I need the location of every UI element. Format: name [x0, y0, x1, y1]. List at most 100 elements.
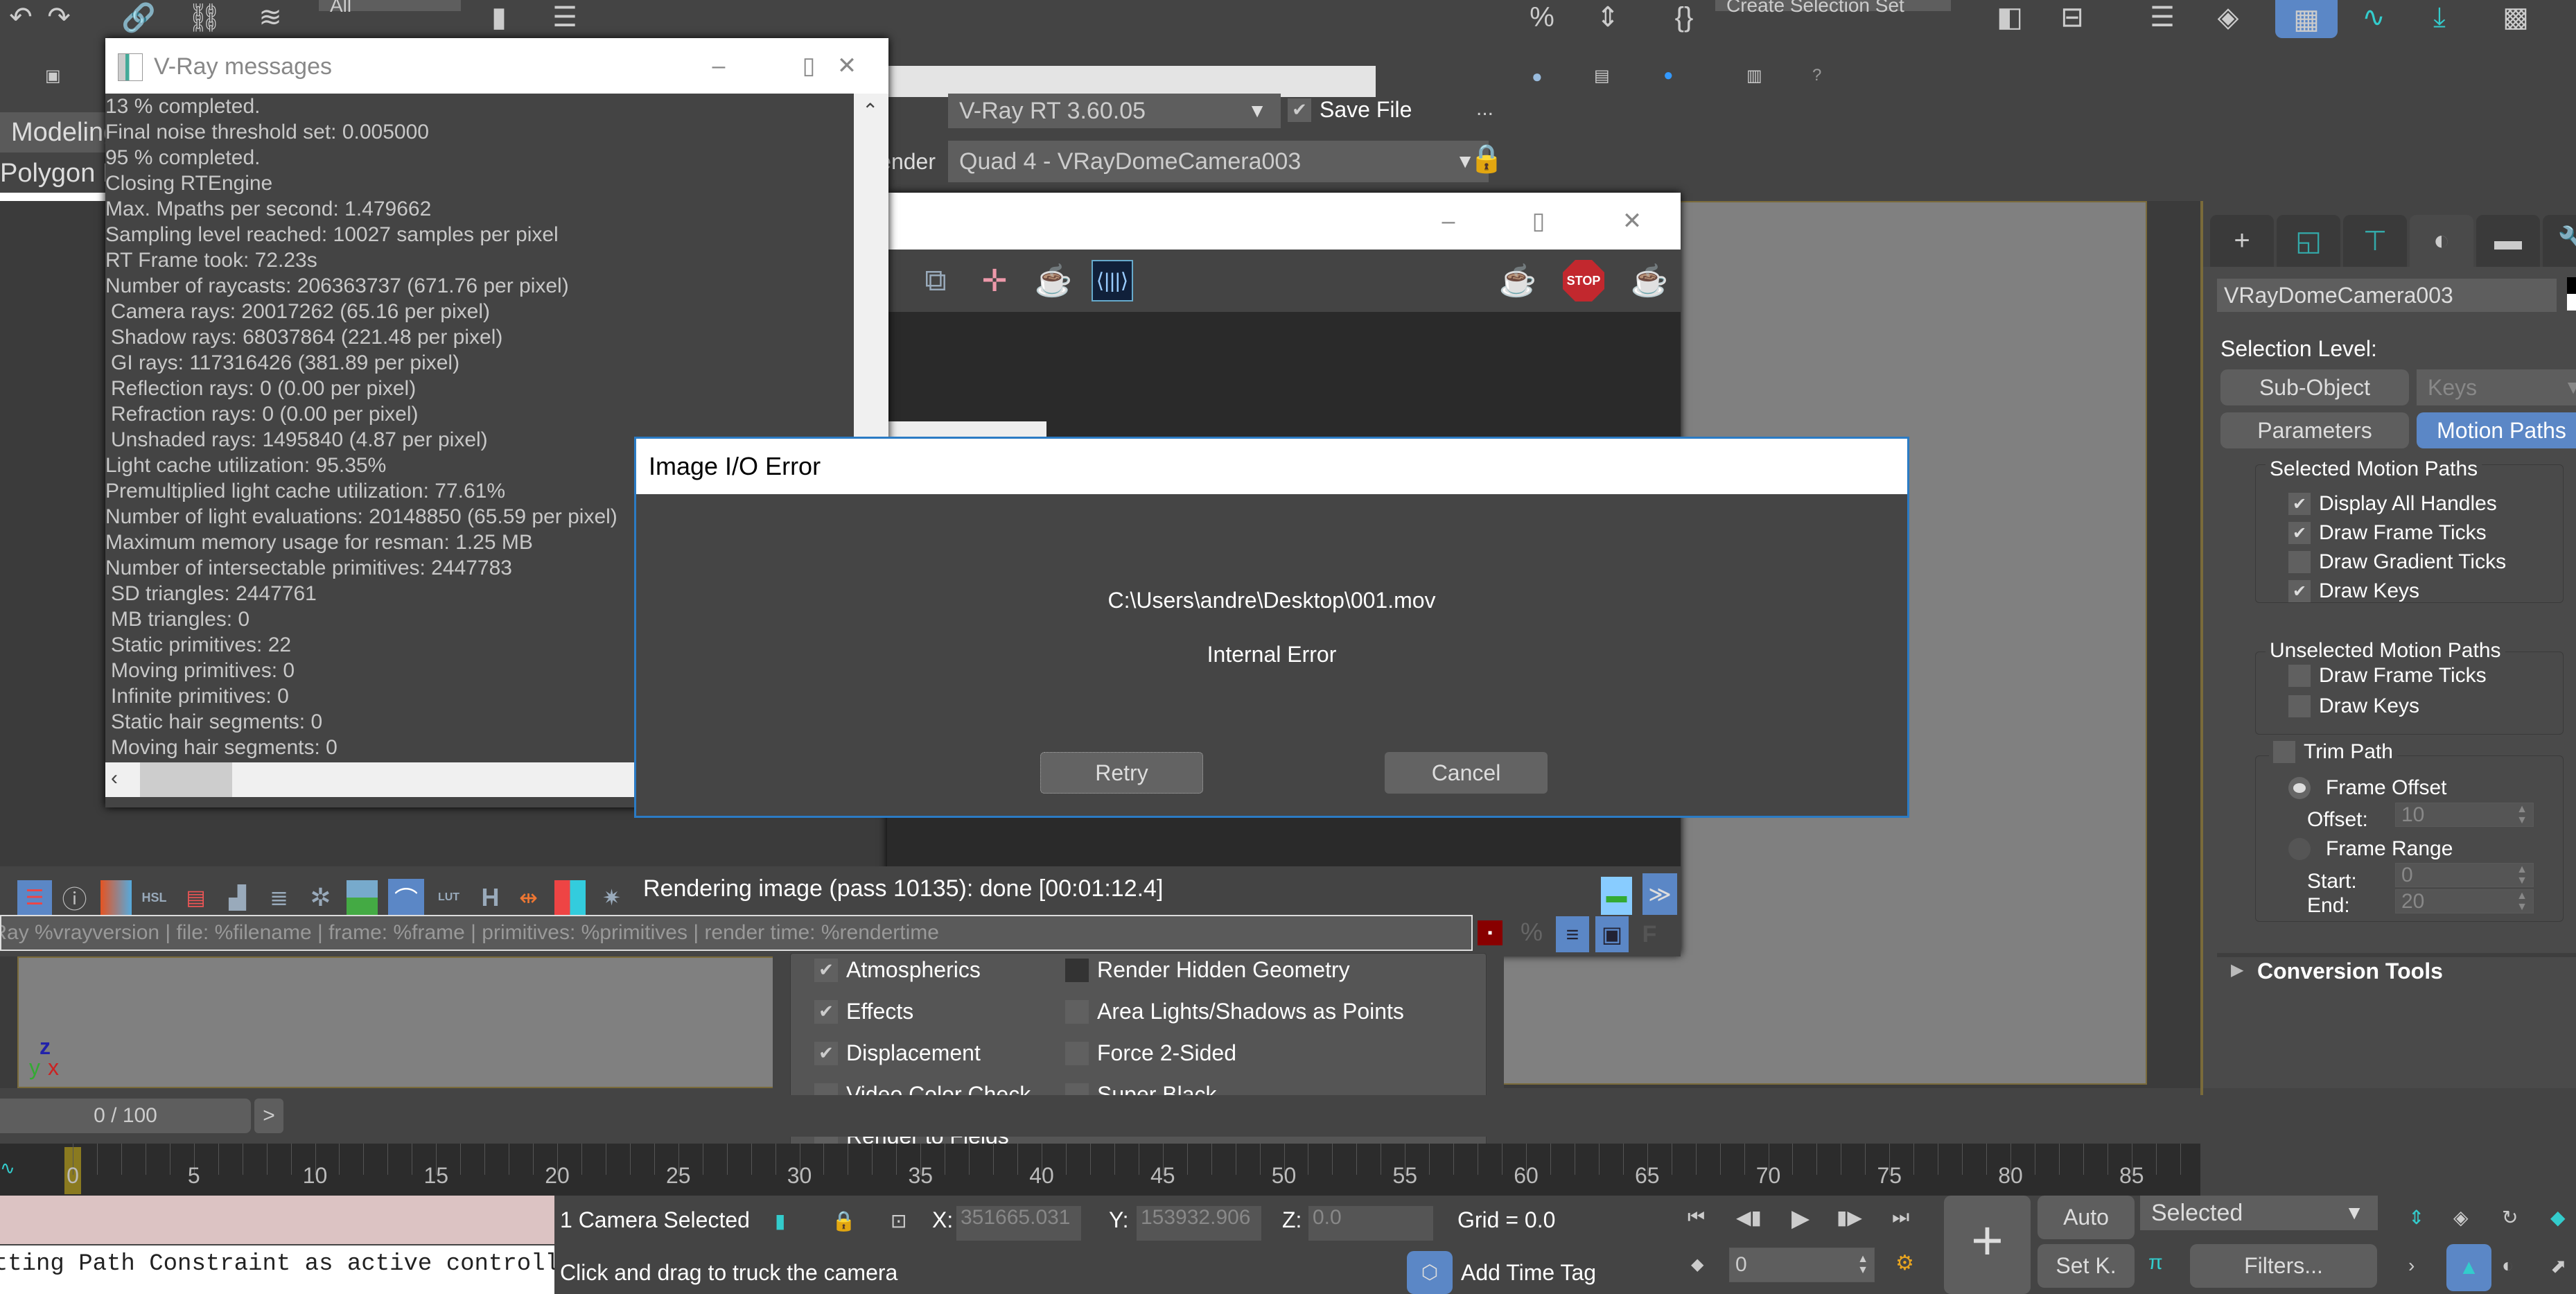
minimize-icon[interactable]: – [1410, 193, 1487, 250]
z-coordinate-field[interactable]: 0.0 [1308, 1206, 1433, 1241]
scroll-thumb[interactable] [140, 762, 232, 797]
add-time-tag-button[interactable]: Add Time Tag [1461, 1260, 1596, 1286]
spinner-snap-icon[interactable]: ⇕ [1587, 0, 1629, 35]
absolute-mode-icon[interactable]: ⊡ [891, 1209, 906, 1232]
field-of-view-icon[interactable]: ◈ [2453, 1206, 2469, 1229]
motion-paths-button[interactable]: Motion Paths [2417, 412, 2576, 448]
create-tab[interactable]: + [2210, 215, 2274, 267]
named-selection-dropdown[interactable]: Create Selection Set [1715, 0, 1951, 16]
select-object-icon[interactable]: ▮ [478, 0, 520, 35]
zoom-extents-icon[interactable]: ⇕ [2408, 1206, 2424, 1229]
effects-checkbox[interactable]: ✔ Effects [814, 999, 913, 1024]
curves-bars-icon[interactable]: ≣ [263, 880, 295, 915]
toggle-ribbon-icon[interactable]: ▦ [2275, 0, 2338, 38]
bind-space-warp-icon[interactable]: ≋ [249, 0, 291, 35]
align-left-icon[interactable]: ≡ [1556, 916, 1589, 952]
previous-frame-icon[interactable]: ◀▮ [1736, 1206, 1762, 1229]
schematic-view-icon[interactable]: ⤓ [2419, 0, 2460, 35]
maximize-viewport-icon[interactable]: ⬈ [2550, 1254, 2566, 1277]
denoise-icon[interactable]: ✷ [596, 880, 627, 915]
time-slider[interactable]: 0 / 100 [0, 1099, 251, 1133]
draw-frame-ticks-checkbox[interactable]: ✔ Draw Frame Ticks [2288, 521, 2487, 545]
roll-icon[interactable]: ◐ [2502, 1254, 2514, 1277]
draw-keys-checkbox[interactable]: ✔ Draw Keys [2288, 579, 2419, 603]
unlink-icon[interactable]: ⛓ [184, 0, 225, 35]
frame-range-radio[interactable]: Frame Range [2288, 837, 2453, 861]
x-coordinate-field[interactable]: 351665.031 [956, 1206, 1081, 1241]
material-editor-icon[interactable]: ▩ [2495, 0, 2536, 35]
end-spinner[interactable]: 20 ▲ ▼ [2395, 889, 2534, 913]
lut-icon[interactable]: LUT [433, 880, 464, 915]
displacement-checkbox[interactable]: ✔ Displacement [814, 1040, 981, 1066]
maxscript-output[interactable]: Setting Path Constraint as active contro… [0, 1245, 554, 1294]
select-by-name-icon[interactable]: ☰ [544, 0, 586, 35]
parameters-button[interactable]: Parameters [2220, 412, 2409, 448]
region-render-icon[interactable]: ☕ [1033, 260, 1074, 301]
selection-filter-dropdown[interactable]: All [319, 0, 461, 16]
curve-icon[interactable]: ⌒ [388, 879, 424, 916]
maxscript-listener-input[interactable] [0, 1196, 554, 1244]
offset-spinner[interactable]: 10 ▲ ▼ [2395, 803, 2534, 827]
histogram-icon[interactable]: H [475, 880, 506, 915]
timeline-track[interactable]: ∿ 0 5 10 15 20 25 30 35 40 45 50 55 60 65 70 75 80 85 [0, 1144, 2200, 1196]
spinner-arrows-icon[interactable]: ▲ ▼ [2516, 803, 2527, 826]
auto-key-button[interactable]: Auto [2038, 1196, 2135, 1239]
current-frame-field[interactable]: 0 ▲ ▼ [1729, 1248, 1875, 1282]
camera-icon[interactable]: ◆ [2550, 1206, 2566, 1229]
undo-icon[interactable]: ↶ [0, 0, 42, 35]
layer-explorer-icon[interactable]: ◈ [2207, 0, 2249, 35]
render-hidden-geometry-checkbox[interactable]: Render Hidden Geometry [1065, 957, 1350, 983]
orbit-icon[interactable]: ↻ [2502, 1206, 2518, 1229]
exposure-icon[interactable] [100, 880, 132, 915]
render-last-icon[interactable]: ☕ [1497, 260, 1539, 301]
spinner-arrows-icon[interactable]: ▲ ▼ [2516, 890, 2527, 913]
redo-icon[interactable]: ↷ [38, 0, 80, 35]
hierarchy-tab[interactable]: ⊤ [2343, 215, 2407, 267]
draw-gradient-ticks-checkbox[interactable]: Draw Gradient Ticks [2288, 550, 2506, 574]
align-icon[interactable]: ⊟ [2051, 0, 2093, 35]
tangent-icon[interactable]: π [2148, 1251, 2163, 1275]
save-file-checkbox[interactable]: ✔ Save File [1288, 97, 1412, 123]
scroll-up-icon[interactable]: ⌃ [862, 99, 878, 122]
isolate-selection-icon[interactable]: ▮ [775, 1209, 785, 1232]
unselected-draw-keys-checkbox[interactable]: Draw Keys [2288, 694, 2419, 718]
render-frame-icon[interactable]: ▣ [45, 66, 61, 86]
object-name-field[interactable]: VRayDomeCamera003 [2217, 279, 2557, 312]
minimize-icon[interactable]: – [681, 38, 757, 94]
tab-polygon-modeling[interactable]: Polygon Modeling [0, 154, 105, 193]
color-correct-icon[interactable]: ☰ [17, 880, 52, 915]
percent-icon[interactable]: % [1518, 918, 1545, 946]
key-filters-button[interactable]: Filters... [2190, 1244, 2377, 1288]
collapse-icon[interactable]: ≫ [1642, 873, 1677, 915]
close-icon[interactable]: ✕ [1594, 193, 1670, 250]
more-button[interactable]: ... [1476, 97, 1493, 121]
stretch-icon[interactable]: ⇹ [513, 880, 544, 915]
color-balance-icon[interactable]: ▤ [180, 880, 211, 915]
key-filter-dropdown[interactable]: Selected ▼ [2140, 1196, 2378, 1230]
scroll-left-icon[interactable]: ‹ [111, 767, 118, 790]
render-setup-icon[interactable]: ▤ [1594, 66, 1610, 86]
background-image-icon[interactable] [347, 880, 378, 915]
hsl-icon[interactable]: HSL [139, 880, 170, 915]
curve-editor-icon[interactable]: ∿ [2353, 0, 2394, 35]
clone-vfb-icon[interactable]: ⧉ [915, 260, 956, 301]
cancel-button[interactable]: Cancel [1385, 752, 1548, 794]
display-tab[interactable]: ▬ [2476, 215, 2540, 267]
go-to-start-icon[interactable]: ⏮ [1688, 1206, 1705, 1229]
mirror-icon[interactable]: ◧ [1989, 0, 2031, 35]
font-icon[interactable]: F [1636, 916, 1663, 952]
sub-object-button[interactable]: Sub-Object [2220, 369, 2409, 405]
ab-compare-icon[interactable]: ⟨|||⟩ [1092, 260, 1133, 301]
maximize-icon[interactable]: ▯ [1500, 193, 1577, 250]
set-key-button[interactable]: Set K. [2038, 1244, 2135, 1288]
percent-snap-icon[interactable]: % [1521, 0, 1563, 35]
frame-offset-radio[interactable]: Frame Offset [2288, 776, 2447, 800]
help-icon[interactable]: ? [1812, 66, 1821, 85]
edit-named-selection-icon[interactable]: {} [1663, 0, 1705, 35]
spinner-arrows-icon[interactable]: ▲ ▼ [1857, 1254, 1868, 1276]
active-shade-icon[interactable]: ● [1663, 66, 1674, 85]
trim-path-checkbox[interactable]: Trim Path [2269, 740, 2397, 764]
area-lights-as-points-checkbox[interactable]: Area Lights/Shadows as Points [1065, 999, 1404, 1024]
viewport-bottom[interactable]: z y x [17, 956, 849, 1088]
key-mode-icon[interactable]: ◆ [1691, 1254, 1703, 1275]
